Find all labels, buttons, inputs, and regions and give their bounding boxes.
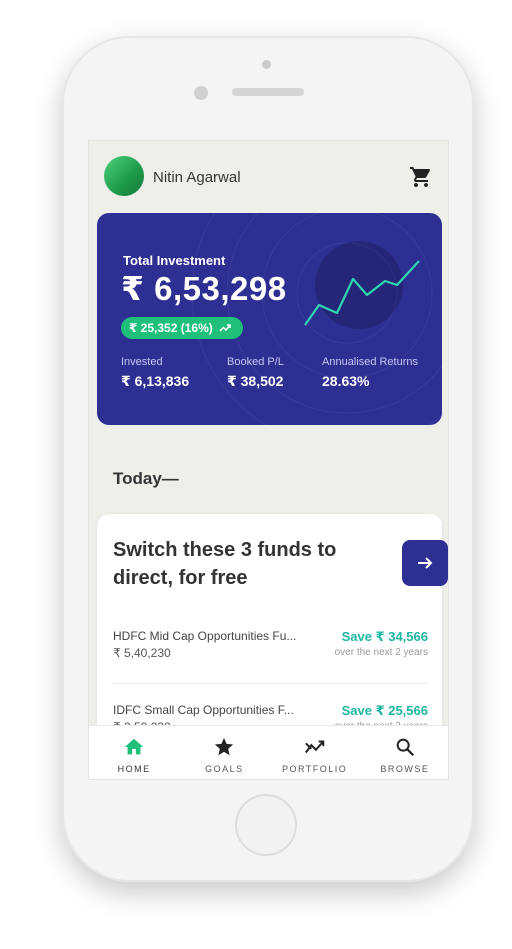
fund-savings: Save ₹ 25,566 (341, 703, 428, 718)
earpiece-speaker (232, 88, 304, 96)
stat-returns-label: Annualised Returns (322, 356, 419, 368)
home-icon (124, 738, 144, 755)
gain-text: ₹ 25,352 (16%) (129, 321, 213, 335)
stat-invested-value: ₹ 6,13,836 (121, 373, 190, 389)
today-heading: Today— (113, 469, 179, 488)
nav-home[interactable]: HOME (89, 726, 179, 779)
arrow-right-icon (418, 557, 433, 569)
switch-arrow-button[interactable] (402, 540, 448, 586)
bottom-nav: HOME GOALS PORTFOLIO BROWSE (89, 725, 448, 779)
front-camera (194, 86, 208, 100)
nav-goals[interactable]: GOALS (179, 726, 269, 779)
fund-amount: ₹ 5,40,230 (113, 646, 171, 660)
divider (113, 683, 428, 684)
trend-icon (304, 740, 324, 754)
fund-name: IDFC Small Cap Opportunities F... (113, 703, 294, 717)
stat-returns-value: 28.63% (322, 373, 370, 389)
search-icon (396, 738, 414, 757)
fund-savings: Save ₹ 34,566 (341, 629, 428, 644)
stat-booked-label: Booked P/L (227, 356, 284, 368)
stat-booked-value: ₹ 38,502 (227, 373, 284, 389)
user-name: Nitin Agarwal (153, 169, 241, 186)
home-hardware-button[interactable] (235, 794, 297, 856)
nav-browse-label: BROWSE (380, 764, 430, 774)
nav-portfolio-label: PORTFOLIO (281, 764, 348, 774)
shopping-cart-icon[interactable] (409, 165, 433, 189)
trending-up-icon (219, 324, 231, 332)
avatar[interactable] (104, 156, 144, 196)
stat-invested-label: Invested (121, 356, 163, 368)
portfolio-sparkline (304, 260, 420, 326)
investment-card[interactable]: Total Investment ₹ 6,53,298 ₹ 25,352 (16… (97, 213, 442, 425)
fund-row[interactable]: HDFC Mid Cap Opportunities Fu... ₹ 5,40,… (113, 629, 428, 669)
total-investment-value: ₹ 6,53,298 (121, 270, 287, 307)
total-investment-label: Total Investment (123, 253, 226, 268)
fund-period: over the next 2 years (334, 647, 428, 658)
nav-home-label: HOME (117, 764, 151, 774)
star-icon (215, 737, 234, 756)
nav-browse[interactable]: BROWSE (360, 726, 448, 779)
fund-name: HDFC Mid Cap Opportunities Fu... (113, 629, 297, 643)
nav-portfolio[interactable]: PORTFOLIO (270, 726, 360, 779)
gain-badge: ₹ 25,352 (16%) (121, 317, 243, 339)
nav-goals-label: GOALS (205, 764, 244, 774)
app-screen: Nitin Agarwal Total Investment ₹ 6,53,29… (88, 140, 449, 780)
switch-card-title: Switch these 3 funds to direct, for free (113, 539, 337, 589)
sensor-dot (262, 60, 271, 69)
